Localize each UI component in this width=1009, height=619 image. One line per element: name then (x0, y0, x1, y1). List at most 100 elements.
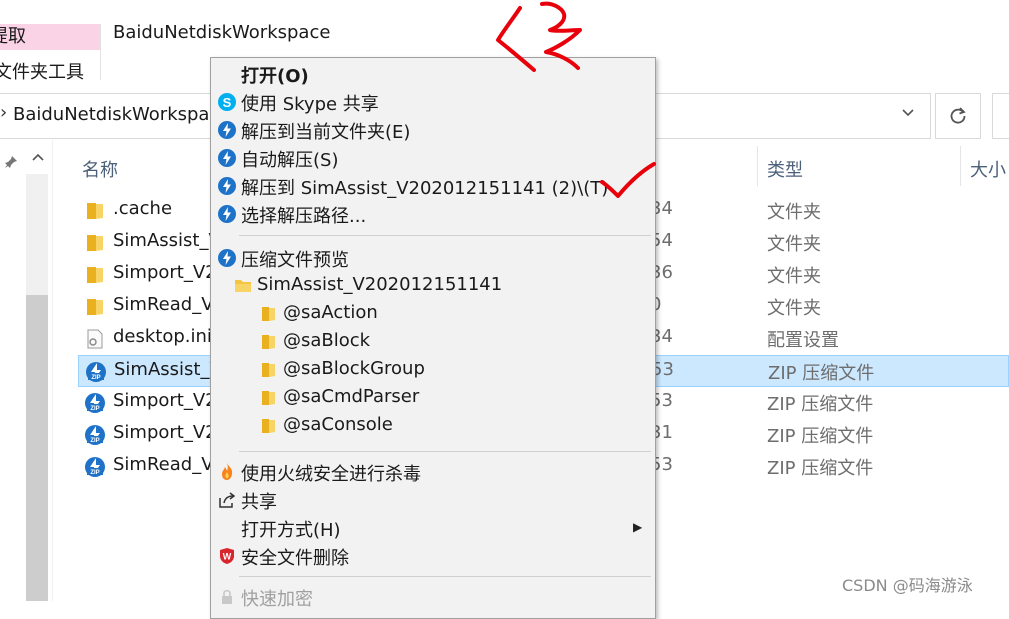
svg-text:ZIP: ZIP (90, 470, 99, 476)
menu-item-share[interactable]: 共享 (211, 487, 655, 515)
column-separator[interactable] (757, 146, 758, 186)
file-type: ZIP 压缩文件 (767, 426, 874, 447)
preview-folder-label: @saCmdParser (283, 386, 420, 407)
svg-text:ZIP: ZIP (90, 406, 99, 412)
file-type: 配置设置 (767, 330, 839, 351)
address-path[interactable]: BaiduNetdiskWorkspace (13, 104, 230, 125)
file-name: Simport_V2 (113, 422, 217, 443)
context-menu: 打开(O) S 使用 Skype 共享 解压到当前文件夹(E) 自动解压(S) … (210, 57, 656, 619)
file-name: SimAssist_V (114, 359, 222, 380)
file-name: Simport_V2 (113, 262, 217, 283)
menu-item-label: 压缩文件预览 (241, 250, 349, 271)
ribbon-tab-extract[interactable]: 提取 (0, 24, 100, 50)
zip-icon: ZIP (84, 392, 106, 414)
menu-item-huorong-scan[interactable]: 使用火绒安全进行杀毒 (211, 459, 655, 487)
file-name: SimRead_V (113, 294, 214, 315)
menu-item-label: 安全文件删除 (241, 548, 349, 569)
bandizip-icon (218, 177, 236, 195)
menu-item-skype-share[interactable]: S 使用 Skype 共享 (211, 89, 655, 117)
menu-item-auto-extract[interactable]: 自动解压(S) (211, 145, 655, 173)
folder-icon (84, 200, 106, 222)
folder-icon (262, 307, 275, 321)
zip-icon: ZIP (84, 424, 106, 446)
chevron-down-icon[interactable] (900, 104, 916, 124)
ribbon-tab-extract-label: 提取 (0, 26, 26, 47)
annotation-number-2 (496, 1, 582, 72)
file-type: ZIP 压缩文件 (768, 363, 875, 384)
file-name: .cache (113, 198, 173, 219)
pin-icon[interactable] (4, 155, 18, 173)
menu-item-preview[interactable]: 压缩文件预览 (211, 245, 655, 273)
column-header-name[interactable]: 名称 (82, 156, 118, 182)
zip-icon: ZIP (85, 361, 107, 383)
menu-item-label: 自动解压(S) (241, 150, 339, 171)
shield-icon: W (220, 548, 234, 564)
refresh-icon (950, 107, 966, 124)
ribbon-tab-folder-tools[interactable]: 文件夹工具 (0, 58, 84, 84)
menu-separator (239, 576, 651, 577)
menu-item-label: 共享 (241, 492, 277, 513)
folder-icon (84, 232, 106, 254)
file-name: SimRead_V (113, 454, 214, 475)
preview-folder-label: @saConsole (283, 414, 393, 435)
menu-item-label: 打开方式(H) (241, 520, 341, 541)
settings-file-icon (84, 328, 106, 350)
folder-icon (84, 264, 106, 286)
window-title: BaiduNetdiskWorkspace (113, 22, 331, 43)
lock-icon (222, 589, 232, 604)
file-name: Simport_V2 (113, 390, 217, 411)
bandizip-icon (218, 205, 236, 223)
column-header-type[interactable]: 类型 (767, 156, 803, 182)
menu-item-label: 使用 Skype 共享 (241, 94, 379, 115)
pane-divider (52, 140, 53, 601)
breadcrumb-separator-icon[interactable]: › (0, 102, 7, 123)
svg-text:ZIP: ZIP (91, 375, 100, 381)
menu-item-label: 选择解压路径... (241, 206, 367, 227)
preview-folder-label: @saBlockGroup (283, 358, 425, 379)
file-type: ZIP 压缩文件 (767, 458, 874, 479)
folder-icon (262, 363, 275, 377)
ribbon-divider (100, 24, 101, 80)
refresh-button[interactable] (935, 93, 981, 139)
column-header-size[interactable]: 大小 (970, 156, 1006, 182)
menu-item-choose-path[interactable]: 选择解压路径... (211, 201, 655, 229)
zip-icon: ZIP (84, 456, 106, 478)
scrollbar-thumb[interactable] (26, 295, 48, 601)
svg-text:W: W (223, 552, 232, 562)
preview-folder-label: SimAssist_V202012151141 (257, 274, 503, 295)
file-type: 文件夹 (767, 202, 821, 223)
huorong-flame-icon (222, 463, 233, 480)
menu-separator (239, 235, 651, 236)
folder-icon (84, 296, 106, 318)
folder-icon (262, 335, 275, 349)
menu-item-open-with[interactable]: 打开方式(H) ▶ (211, 515, 655, 543)
svg-text:ZIP: ZIP (90, 438, 99, 444)
column-separator[interactable] (960, 146, 961, 186)
menu-separator (239, 451, 651, 452)
menu-item-secure-delete[interactable]: W 安全文件删除 (211, 543, 655, 571)
menu-item-label: 使用火绒安全进行杀毒 (241, 464, 421, 485)
annotation-checkmark (600, 162, 656, 198)
file-type: 文件夹 (767, 234, 821, 255)
skype-icon: S (218, 93, 236, 111)
menu-item-label: 解压到当前文件夹(E) (241, 122, 411, 143)
folder-icon (262, 391, 275, 405)
bandizip-icon (218, 249, 236, 267)
search-input[interactable] (992, 93, 1009, 139)
menu-item-label: 快速加密 (241, 589, 313, 610)
share-icon (219, 492, 236, 508)
folder-icon (235, 280, 251, 292)
menu-item-label: 解压到 SimAssist_V202012151141 (2)\(T) (241, 178, 609, 199)
preview-folder-label: @saAction (283, 302, 378, 323)
submenu-arrow-icon: ▶ (633, 520, 643, 534)
scroll-up-icon[interactable] (28, 150, 48, 172)
svg-text:S: S (223, 95, 232, 110)
file-name: desktop.ini (113, 326, 212, 347)
menu-item-extract-here[interactable]: 解压到当前文件夹(E) (211, 117, 655, 145)
file-type: ZIP 压缩文件 (767, 394, 874, 415)
menu-item-quick-encrypt[interactable]: 快速加密 (211, 584, 655, 612)
menu-item-label: 打开(O) (241, 66, 309, 87)
preview-folder-label: @saBlock (283, 330, 371, 351)
bandizip-icon (218, 121, 236, 139)
menu-item-extract-to[interactable]: 解压到 SimAssist_V202012151141 (2)\(T) (211, 173, 655, 201)
